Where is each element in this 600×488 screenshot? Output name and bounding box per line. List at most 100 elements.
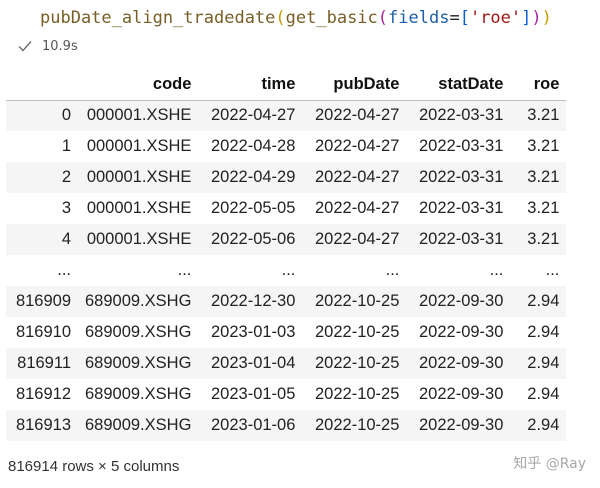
execution-status: 10.9s [18, 34, 78, 58]
table-row: 2 000001.XSHE 2022-04-29 2022-04-27 2022… [6, 162, 567, 193]
paren-close-outer: ) [541, 8, 552, 28]
cell-code: 000001.XSHE [86, 168, 192, 186]
row-index: 3 [61, 199, 71, 217]
cell-roe: 2.94 [527, 323, 560, 341]
cell-code: 000001.XSHE [86, 106, 192, 125]
table-row: 4 000001.XSHE 2022-05-06 2022-04-27 2022… [6, 224, 567, 255]
cell-pubdate: 2022-10-25 [315, 385, 400, 403]
row-index: 1 [61, 137, 71, 155]
cell-code: 689009.XSHG [85, 292, 192, 310]
column-header-code: code [78, 70, 199, 101]
bracket-close: ] [521, 8, 532, 28]
cell-code: 689009.XSHG [85, 385, 192, 403]
cell-roe: 2.94 [527, 385, 560, 403]
cell-time: 2022-04-29 [211, 168, 296, 186]
cell-time: 2023-01-04 [211, 354, 296, 372]
string-literal: 'roe' [469, 8, 522, 28]
paren-close-inner: ) [531, 8, 542, 28]
cell-statdate: ... [489, 261, 504, 279]
execution-time: 10.9s [42, 38, 78, 54]
cell-time: 2023-01-03 [211, 323, 296, 341]
code-cell-source[interactable]: pubDate_align_tradedate(get_basic(fields… [40, 4, 552, 32]
row-index: 0 [61, 106, 71, 125]
table-header-row: code time pubDate statDate roe [6, 70, 567, 101]
row-index: 816913 [15, 416, 71, 434]
cell-roe: 2.94 [527, 416, 560, 434]
cell-pubdate: 2022-10-25 [315, 354, 400, 372]
cell-time: 2023-01-06 [211, 416, 296, 434]
table-row: 816912 689009.XSHG 2023-01-05 2022-10-25… [6, 379, 567, 410]
cell-code: 000001.XSHE [86, 230, 192, 248]
cell-statdate: 2022-09-30 [419, 323, 504, 341]
cell-pubdate: 2022-04-27 [315, 199, 400, 217]
dataframe-shape: 816914 rows × 5 columns [8, 458, 180, 475]
equals-sign: = [449, 8, 460, 28]
row-index: 816912 [15, 385, 71, 403]
cell-statdate: 2022-03-31 [419, 230, 504, 248]
cell-statdate: 2022-09-30 [419, 354, 504, 372]
table-row: 816910 689009.XSHG 2023-01-03 2022-10-25… [6, 317, 567, 348]
cell-roe: 2.94 [527, 354, 560, 372]
cell-statdate: 2022-09-30 [419, 416, 504, 434]
cell-statdate: 2022-03-31 [419, 106, 504, 125]
cell-statdate: 2022-03-31 [419, 168, 504, 186]
row-index: 816909 [15, 292, 71, 310]
cell-pubdate: 2022-04-27 [315, 230, 400, 248]
table-row: 816913 689009.XSHG 2023-01-06 2022-10-25… [6, 410, 567, 441]
cell-roe: 3.21 [527, 137, 560, 155]
cell-statdate: 2022-09-30 [419, 292, 504, 310]
table-row-ellipsis: ... ... ... ... ... ... [6, 255, 567, 286]
column-header-index [6, 70, 78, 101]
cell-roe: 3.21 [527, 230, 560, 248]
row-index: 816911 [17, 354, 71, 372]
cell-statdate: 2022-03-31 [419, 199, 504, 217]
paren-open-outer: ( [275, 8, 286, 28]
function-name-inner: get_basic [285, 8, 378, 28]
column-header-roe: roe [510, 70, 567, 101]
row-index: 4 [61, 230, 71, 248]
row-index: 2 [61, 168, 71, 186]
cell-time: 2022-04-28 [211, 137, 296, 155]
keyword-argument: fields [388, 8, 450, 28]
cell-time: ... [281, 261, 296, 279]
column-header-time: time [198, 70, 303, 101]
table-row: 3 000001.XSHE 2022-05-05 2022-04-27 2022… [6, 193, 567, 224]
cell-pubdate: ... [385, 261, 400, 279]
paren-open-inner: ( [377, 8, 389, 28]
cell-roe: 2.94 [527, 292, 560, 310]
cell-time: 2023-01-05 [211, 385, 296, 403]
cell-pubdate: 2022-04-27 [315, 168, 400, 186]
table-row: 816911 689009.XSHG 2023-01-04 2022-10-25… [6, 348, 567, 379]
cell-time: 2022-12-30 [211, 292, 296, 310]
cell-roe: 3.21 [527, 199, 560, 217]
cell-roe: 3.21 [527, 106, 560, 125]
cell-code: 689009.XSHG [85, 323, 192, 341]
cell-code: 689009.XSHG [85, 354, 192, 372]
watermark: 知乎 @Ray [513, 456, 586, 472]
cell-pubdate: 2022-04-27 [315, 106, 400, 125]
cell-pubdate: 2022-10-25 [315, 416, 400, 434]
function-name-outer: pubDate_align_tradedate [40, 8, 276, 28]
cell-time: 2022-05-05 [211, 199, 296, 217]
table-row: 816909 689009.XSHG 2022-12-30 2022-10-25… [6, 286, 567, 317]
cell-roe: ... [545, 261, 560, 279]
table-row: 0 000001.XSHE 2022-04-27 2022-04-27 2022… [6, 100, 567, 131]
cell-code: ... [177, 261, 192, 279]
cell-code: 000001.XSHE [86, 199, 192, 217]
bracket-open: [ [459, 8, 470, 28]
dataframe-table: code time pubDate statDate roe 0 000001.… [6, 70, 567, 441]
cell-code: 000001.XSHE [86, 137, 192, 155]
cell-output: code time pubDate statDate roe 0 000001.… [0, 70, 600, 441]
cell-roe: 3.21 [527, 168, 560, 186]
cell-pubdate: 2022-10-25 [315, 323, 400, 341]
cell-pubdate: 2022-04-27 [315, 137, 400, 155]
cell-statdate: 2022-09-30 [419, 385, 504, 403]
cell-time: 2022-05-06 [211, 230, 296, 248]
row-index: 816910 [15, 323, 71, 341]
column-header-statdate: statDate [406, 70, 511, 101]
check-icon [18, 40, 32, 52]
cell-code: 689009.XSHG [85, 416, 192, 434]
cell-pubdate: 2022-10-25 [315, 292, 400, 310]
cell-time: 2022-04-27 [211, 106, 296, 125]
cell-statdate: 2022-03-31 [419, 137, 504, 155]
